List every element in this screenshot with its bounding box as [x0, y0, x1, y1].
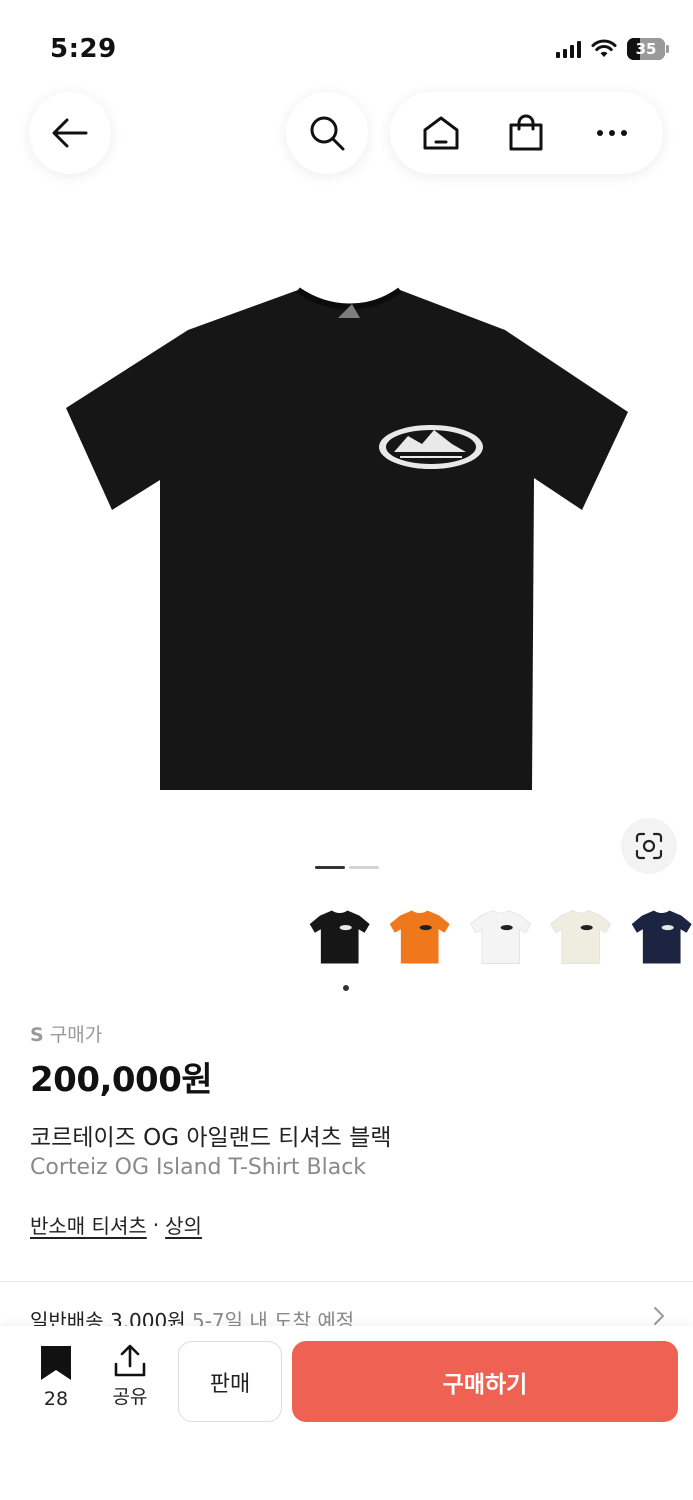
category-separator: · [152, 1212, 160, 1237]
t-shirt-thumbnail-image [631, 910, 692, 964]
price-type: 구매가 [49, 1024, 103, 1046]
home-icon [423, 116, 459, 150]
lens-scan-icon [635, 832, 663, 860]
thumbnail-black[interactable] [308, 898, 371, 976]
price: 200,000원 [30, 1060, 213, 1100]
category-links: 반소매 티셔츠 · 상의 [30, 1210, 202, 1239]
t-shirt-image [66, 287, 628, 790]
thumbnail-white[interactable] [469, 898, 532, 976]
chevron-right-icon [654, 1307, 665, 1325]
back-button[interactable] [29, 92, 111, 174]
selected-thumbnail-dot [343, 985, 349, 991]
t-shirt-thumbnail-image [309, 910, 370, 964]
product-title-ko: 코르테이즈 OG 아일랜드 티셔츠 블랙 [30, 1125, 392, 1151]
nav-actions-pill [390, 92, 663, 174]
bookmark-button[interactable]: 28 [30, 1344, 82, 1410]
status-time: 5:29 [50, 34, 117, 64]
shopping-bag-button[interactable] [491, 98, 561, 168]
divider [0, 1281, 693, 1282]
page-indicator-segment [315, 866, 345, 869]
category-link-tops[interactable]: 상의 [165, 1210, 202, 1239]
shipping-info[interactable]: 일반배송 3,000원 5-7일 내 도착 예정 [30, 1305, 650, 1327]
cellular-signal-icon [556, 40, 581, 58]
status-icons: 35 [556, 38, 669, 60]
page-indicator-segment [349, 866, 379, 869]
wifi-icon [591, 39, 617, 57]
share-label: 공유 [112, 1386, 148, 1408]
thumbnail-cream[interactable] [549, 898, 612, 976]
category-link-short-sleeve[interactable]: 반소매 티셔츠 [30, 1210, 147, 1239]
color-thumbnails [308, 898, 693, 978]
size-value: S [30, 1024, 44, 1046]
t-shirt-thumbnail-image [550, 909, 612, 964]
t-shirt-thumbnail-image [390, 910, 451, 964]
share-icon [114, 1344, 146, 1377]
sell-button[interactable]: 판매 [178, 1341, 282, 1422]
share-button[interactable]: 공유 [104, 1344, 156, 1409]
status-bar: 5:29 35 [0, 0, 693, 80]
shipping-eta: 5-7일 내 도착 예정 [191, 1309, 355, 1327]
image-page-indicator [315, 866, 379, 869]
shipping-type: 일반배송 3,000원 [30, 1309, 186, 1327]
battery-icon: 35 [627, 38, 669, 60]
thumbnail-orange[interactable] [388, 898, 451, 976]
home-button[interactable] [406, 98, 476, 168]
more-icon [597, 130, 628, 136]
product-title-en: Corteiz OG Island T-Shirt Black [30, 1155, 367, 1180]
bookmark-icon [41, 1346, 71, 1380]
size-price-label: S 구매가 [30, 1020, 102, 1047]
buy-button[interactable]: 구매하기 [292, 1341, 678, 1422]
image-search-button[interactable] [621, 818, 677, 874]
product-image[interactable] [0, 230, 693, 850]
search-button[interactable] [286, 92, 368, 174]
shopping-bag-icon [509, 114, 543, 151]
back-arrow-icon [52, 118, 88, 148]
thumbnail-navy[interactable] [630, 898, 693, 976]
more-button[interactable] [577, 98, 647, 168]
bookmark-count: 28 [43, 1388, 69, 1410]
t-shirt-thumbnail-image [469, 909, 532, 964]
search-icon [310, 116, 345, 151]
battery-percent: 35 [635, 40, 657, 58]
